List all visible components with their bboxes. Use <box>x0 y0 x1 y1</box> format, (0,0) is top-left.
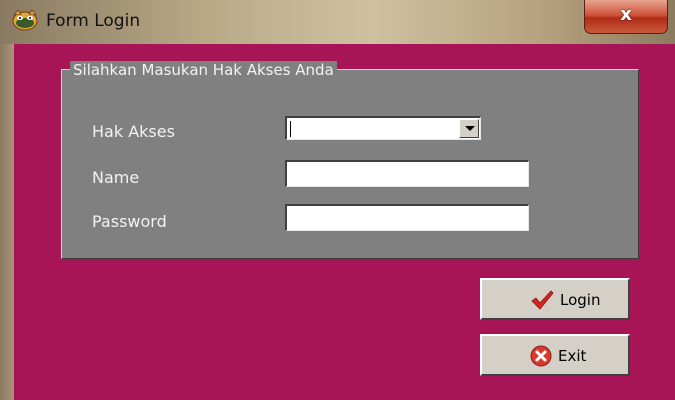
password-label: Password <box>92 212 167 231</box>
access-groupbox: Silahkan Masukan Hak Akses Anda Hak Akse… <box>61 61 639 259</box>
window-frame-left <box>0 44 14 400</box>
login-button[interactable]: Login <box>480 278 630 320</box>
close-button[interactable]: x <box>584 0 668 34</box>
hak-akses-dropdown[interactable] <box>285 116 481 140</box>
login-window: Form Login x Silahkan Masukan Hak Akses … <box>0 0 675 400</box>
chevron-down-icon <box>465 126 475 131</box>
hak-akses-label: Hak Akses <box>92 122 175 141</box>
red-x-circle-icon <box>530 345 552 367</box>
close-icon: x <box>620 4 632 25</box>
cat-face-icon <box>12 8 38 32</box>
checkmark-icon <box>531 290 554 310</box>
groupbox-title: Silahkan Masukan Hak Akses Anda <box>70 61 337 79</box>
text-caret <box>290 121 291 137</box>
name-input[interactable] <box>285 160 529 187</box>
name-label: Name <box>92 168 140 187</box>
password-input[interactable] <box>285 204 529 231</box>
form-client-area: Silahkan Masukan Hak Akses Anda Hak Akse… <box>14 44 675 400</box>
exit-button[interactable]: Exit <box>480 334 630 376</box>
window-title: Form Login <box>46 11 141 31</box>
exit-label: Exit <box>558 347 587 365</box>
dropdown-arrow-button[interactable] <box>459 119 479 138</box>
login-label: Login <box>560 291 601 309</box>
title-bar[interactable]: Form Login x <box>0 0 675 44</box>
